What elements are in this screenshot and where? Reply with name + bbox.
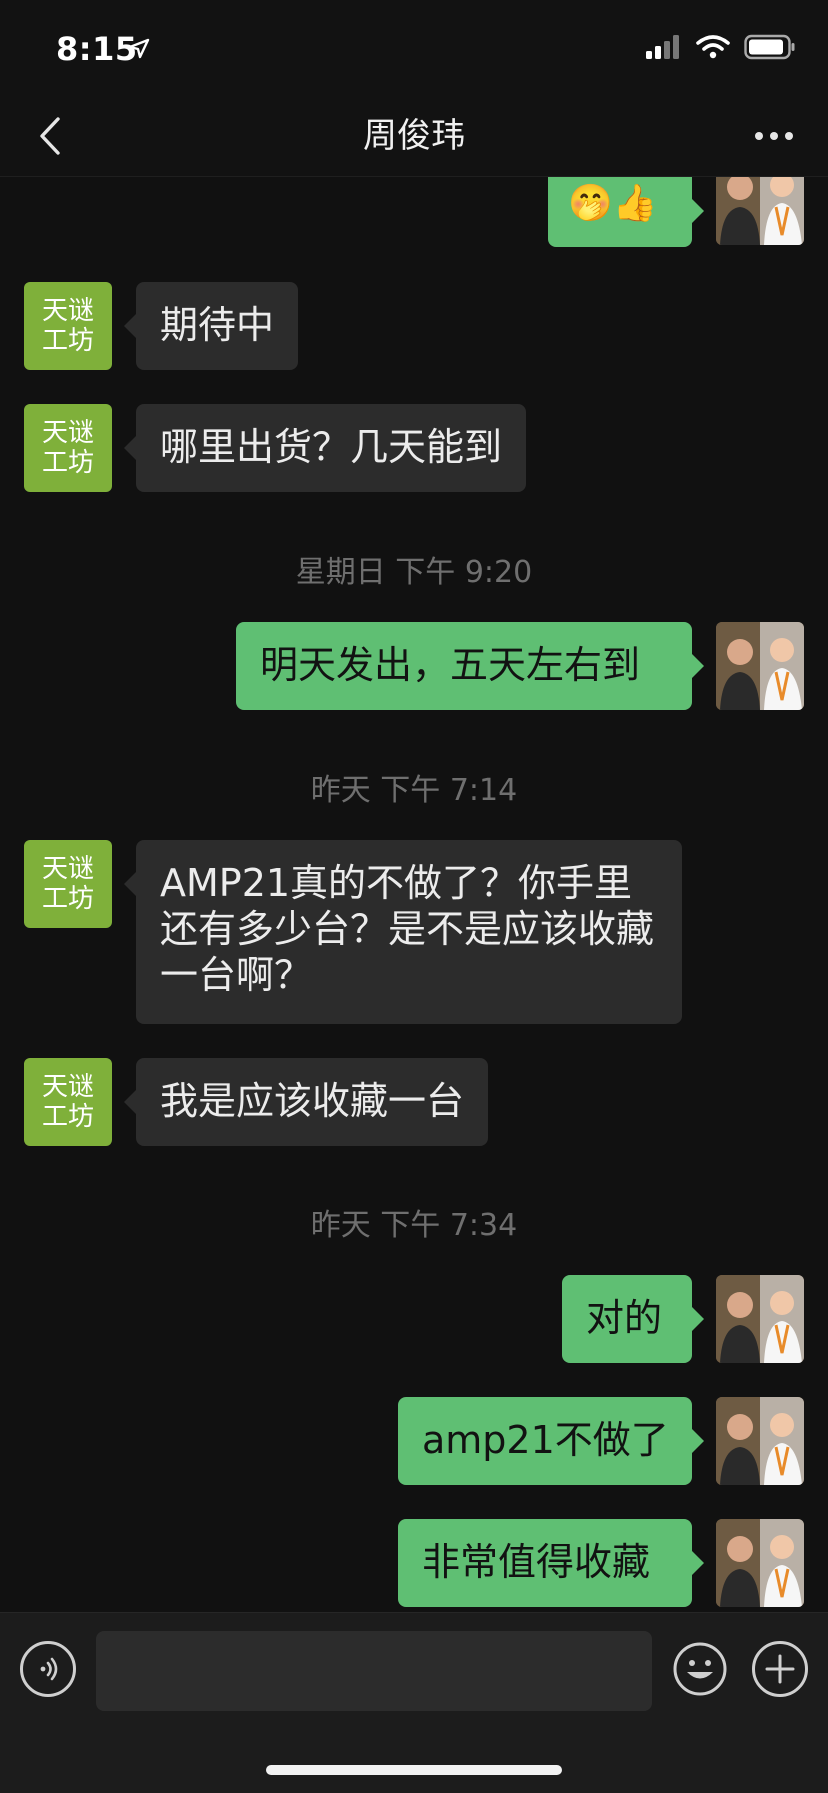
my-avatar[interactable] — [716, 1519, 804, 1607]
message-text: 明天发出，五天左右到 — [260, 643, 641, 687]
contact-avatar[interactable]: 天谜 工坊 — [24, 282, 112, 370]
message-bubble-sent[interactable]: 明天发出，五天左右到 — [236, 622, 704, 710]
more-dots-icon — [755, 132, 793, 140]
emoji-icon — [673, 1642, 727, 1696]
message-text: AMP21真的不做了？你手里还有多少台？是不是应该收藏一台啊？ — [160, 861, 655, 997]
more-functions-button[interactable] — [752, 1641, 808, 1697]
timestamp: 昨天 下午 7:34 — [310, 1208, 518, 1243]
plus-icon — [765, 1654, 795, 1684]
contact-logo: 天谜 工坊 — [41, 418, 94, 478]
contact-avatar[interactable]: 天谜 工坊 — [24, 840, 112, 928]
message-bubble-received[interactable]: 期待中 — [123, 282, 299, 370]
message-text: amp21不做了 — [422, 1418, 669, 1462]
avatar-photo-icon — [716, 1519, 804, 1607]
message-bubble-received[interactable]: AMP21真的不做了？你手里还有多少台？是不是应该收藏一台啊？ — [124, 840, 682, 1024]
status-icons — [646, 34, 796, 60]
nav-bar: 周俊玮 — [0, 96, 828, 177]
avatar-photo-icon — [716, 177, 804, 245]
my-avatar[interactable] — [716, 1275, 804, 1363]
my-avatar[interactable] — [716, 622, 804, 710]
my-avatar[interactable] — [716, 1397, 804, 1485]
emoji-button[interactable] — [672, 1641, 728, 1697]
avatar-photo-icon — [716, 1275, 804, 1363]
message-text: 对的 — [586, 1296, 663, 1340]
battery-icon — [744, 34, 795, 60]
avatar-photo-icon — [716, 622, 804, 710]
message-bubble-sent[interactable]: amp21不做了 — [398, 1397, 704, 1485]
message-bubble-sent[interactable]: 非常值得收藏 — [398, 1519, 704, 1607]
chat-area[interactable]: 🤭👍 天谜 工坊 期待中 天谜 工坊 哪里出货？几天能到 星期日 下午 9:20 — [0, 177, 828, 1612]
message-bubble-sent[interactable]: 🤭👍 — [548, 177, 704, 247]
contact-avatar[interactable]: 天谜 工坊 — [24, 404, 112, 492]
avatar-photo-icon — [716, 1397, 804, 1485]
voice-icon — [40, 1657, 58, 1681]
home-indicator[interactable] — [266, 1765, 562, 1775]
input-bar — [0, 1612, 828, 1793]
contact-avatar[interactable]: 天谜 工坊 — [24, 1058, 112, 1146]
message-text: 🤭👍 — [568, 183, 658, 224]
signal-icon — [646, 35, 679, 59]
message-bubble-received[interactable]: 哪里出货？几天能到 — [123, 404, 527, 492]
contact-logo: 天谜 工坊 — [41, 1072, 94, 1132]
status-bar: 8:15 — [0, 0, 828, 96]
timestamp: 昨天 下午 7:14 — [310, 773, 518, 808]
contact-logo: 天谜 工坊 — [41, 296, 94, 356]
wifi-icon — [696, 35, 730, 59]
location-arrow-icon — [128, 38, 150, 59]
message-text: 非常值得收藏 — [422, 1540, 651, 1584]
more-options-button[interactable] — [744, 110, 804, 162]
voice-button[interactable] — [20, 1641, 76, 1697]
my-avatar[interactable] — [716, 177, 804, 245]
message-bubble-sent[interactable]: 对的 — [562, 1275, 704, 1363]
status-time: 8:15 — [56, 30, 138, 68]
message-input[interactable] — [96, 1631, 652, 1711]
message-text: 我是应该收藏一台 — [160, 1079, 465, 1123]
message-text: 期待中 — [160, 303, 275, 347]
timestamp: 星期日 下午 9:20 — [295, 555, 533, 590]
message-bubble-received[interactable]: 我是应该收藏一台 — [123, 1058, 489, 1146]
contact-logo: 天谜 工坊 — [41, 854, 94, 914]
message-text: 哪里出货？几天能到 — [160, 425, 503, 469]
chat-title: 周俊玮 — [363, 116, 465, 156]
